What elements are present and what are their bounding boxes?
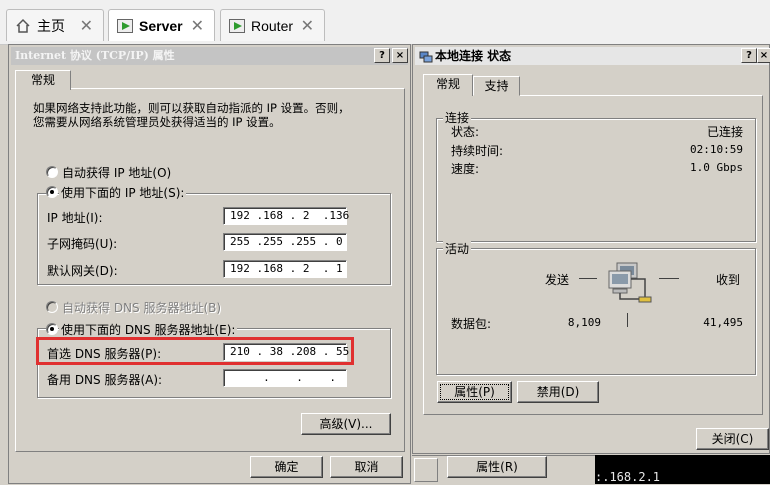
console-window: :.168.2.1	[595, 455, 770, 484]
sent-line	[579, 278, 597, 279]
activity-divider	[627, 313, 628, 327]
packets-label: 数据包:	[451, 317, 492, 331]
use-dns-radio[interactable]	[46, 323, 58, 335]
connection-status-dialog: 本地连接 状态 ? × 常规 支持 连接 状态: 已连接 持续时间: 02:10…	[412, 44, 770, 454]
use-ip-radio[interactable]	[46, 186, 58, 198]
tab-home[interactable]: 主页 ✕	[6, 9, 104, 41]
subnet-mask-label: 子网掩码(U):	[47, 237, 118, 251]
close-dialog-button[interactable]: 关闭(C)	[696, 428, 769, 450]
close-icon[interactable]: ✕	[191, 16, 204, 35]
auto-dns-radio[interactable]	[46, 301, 58, 313]
tab-general[interactable]: 常规	[423, 74, 473, 96]
speed-value: 1.0 Gbps	[690, 161, 743, 174]
received-line	[659, 278, 679, 279]
tab-support[interactable]: 支持	[473, 76, 520, 96]
sent-label: 发送	[545, 273, 570, 287]
subnet-mask-field[interactable]: 255 .255 .255 . 0	[223, 233, 347, 251]
vm-play-icon	[117, 18, 133, 33]
auto-dns-label: 自动获得 DNS 服务器地址(B)	[62, 301, 222, 315]
cancel-button[interactable]: 取消	[330, 456, 403, 478]
properties-button[interactable]: 属性(P)	[437, 381, 512, 403]
alternate-dns-field[interactable]: . . .	[223, 369, 347, 387]
tab-bar: 主页 ✕ Server ✕ Router ✕	[0, 0, 770, 45]
close-button[interactable]: ×	[392, 48, 408, 63]
ip-address-label: IP 地址(I):	[47, 211, 103, 225]
default-gateway-field[interactable]: 192 .168 . 2 . 1	[223, 260, 347, 278]
background-properties-button[interactable]: 属性(R)	[447, 456, 547, 478]
received-label: 收到	[716, 273, 741, 287]
tab-server[interactable]: Server ✕	[108, 9, 215, 41]
console-text: :.168.2.1	[595, 470, 661, 484]
close-icon[interactable]: ✕	[80, 16, 93, 35]
speed-label: 速度:	[451, 162, 480, 176]
ip-address-field[interactable]: 192 .168 . 2 .136	[223, 207, 349, 225]
default-gateway-label: 默认网关(D):	[47, 264, 118, 278]
advanced-button[interactable]: 高级(V)...	[301, 413, 391, 435]
highlight-box	[36, 337, 354, 365]
alternate-dns-label: 备用 DNS 服务器(A):	[47, 373, 163, 387]
activity-group-label: 活动	[443, 240, 472, 257]
status-value: 已连接	[706, 125, 743, 139]
duration-value: 02:10:59	[690, 143, 743, 156]
description-text: 如果网络支持此功能，则可以获取自动指派的 IP 设置。否则， 您需要从网络系统管…	[33, 101, 350, 129]
close-icon[interactable]: ✕	[301, 16, 314, 35]
tab-label: Router	[251, 17, 294, 34]
packets-sent-value: 8,109	[567, 316, 601, 329]
auto-ip-label[interactable]: 自动获得 IP 地址(O)	[62, 164, 171, 181]
duration-label: 持续时间:	[451, 144, 504, 158]
use-dns-label[interactable]: 使用下面的 DNS 服务器地址(E):	[59, 321, 238, 338]
tab-general[interactable]: 常规	[15, 70, 71, 90]
close-button[interactable]: ×	[757, 48, 770, 63]
tab-router[interactable]: Router ✕	[220, 9, 325, 41]
background-panel	[414, 458, 438, 482]
activity-group	[436, 248, 756, 375]
ok-button[interactable]: 确定	[250, 456, 323, 478]
packets-received-value: 41,495	[703, 316, 743, 329]
home-icon	[16, 18, 30, 33]
use-ip-label[interactable]: 使用下面的 IP 地址(S):	[59, 184, 187, 201]
status-label: 状态:	[451, 125, 480, 139]
help-button[interactable]: ?	[741, 48, 757, 63]
vm-play-icon	[229, 18, 245, 33]
network-activity-icon	[608, 262, 652, 303]
tab-label: 主页	[37, 17, 65, 34]
tab-label: Server	[139, 17, 183, 34]
dialog-title: 本地连接 状态	[415, 47, 769, 65]
network-connection-icon	[419, 51, 433, 63]
auto-ip-radio[interactable]	[46, 166, 58, 178]
dialog-title: Internet 协议 (TCP/IP) 属性	[11, 47, 408, 65]
disable-button[interactable]: 禁用(D)	[517, 381, 599, 403]
tcpip-properties-dialog: Internet 协议 (TCP/IP) 属性 ? × 常规 如果网络支持此功能…	[8, 44, 411, 484]
help-button[interactable]: ?	[374, 48, 390, 63]
